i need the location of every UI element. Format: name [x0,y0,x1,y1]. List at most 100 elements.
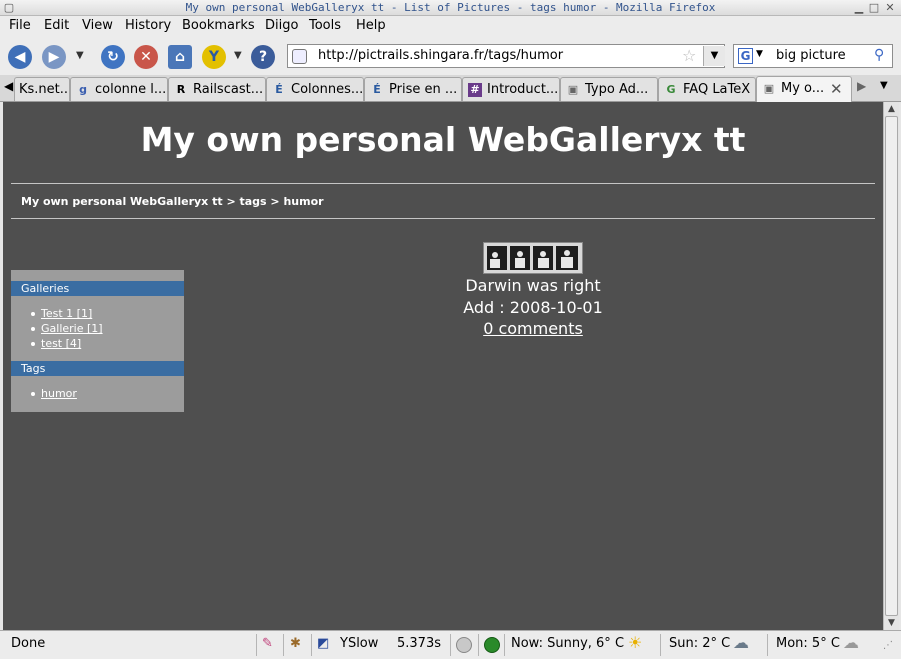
gallery-link[interactable]: Gallerie [1] [41,322,103,335]
tab-label: Typo Ad... [585,82,649,97]
separator [311,634,312,656]
tab-favicon-icon: R [176,83,186,96]
menu-bookmarks[interactable]: Bookmarks [182,18,255,33]
gallery-link[interactable]: Test 1 [1] [41,307,92,320]
scroll-up-icon[interactable]: ▲ [884,102,899,116]
yslow-icon[interactable]: ◩ [317,636,329,651]
bookmark-star-icon[interactable]: ☆ [682,46,696,65]
rain-cloud-icon: ☁ [733,633,749,652]
sidebar: Galleries Test 1 [1] Gallerie [1] test [… [11,270,184,412]
menu-view[interactable]: View [82,18,113,33]
close-window-icon[interactable]: ✕ [883,1,897,14]
list-all-tabs-icon[interactable]: ▼ [880,80,888,91]
galleries-heading: Galleries [11,281,184,296]
tab-label: My o... [781,81,825,96]
home-icon[interactable]: ⌂ [168,45,192,69]
search-bar[interactable]: G ▼ big picture ⚲ [733,44,893,68]
yslow-label[interactable]: YSlow [340,636,378,651]
gallery-link[interactable]: test [4] [41,337,81,350]
cloud-icon: ☁ [843,633,859,652]
power-icon[interactable] [484,637,500,653]
tab[interactable]: ▣ Typo Ad... [560,77,658,101]
picture-title: Darwin was right [465,276,601,295]
tab-label: Colonnes... [291,82,364,97]
tab-favicon-icon: G [666,83,676,96]
search-engine-dropdown-icon[interactable]: ▼ [756,49,763,59]
tab[interactable]: R Railscast... [168,77,266,101]
url-dropdown-icon[interactable]: ▼ [703,46,725,66]
search-engine-icon[interactable]: G [738,48,753,64]
tab-label: Ks.net... [19,82,70,97]
menu-history[interactable]: History [125,18,171,33]
history-dropdown-icon[interactable]: ▼ [76,50,84,61]
breadcrumb: My own personal WebGalleryx tt > tags > … [21,195,324,208]
scrollbar-thumb[interactable] [885,116,898,616]
window-menu-icon[interactable]: ▢ [2,1,16,14]
tab-label: Railscast... [193,82,264,97]
picture-date: Add : 2008-10-01 [463,298,603,317]
weather-monday[interactable]: Mon: 5° C [776,636,840,651]
forward-icon[interactable]: ▶ [42,45,66,69]
list-bullet [31,342,35,346]
tab[interactable]: # Introduct... [462,77,560,101]
separator [660,634,661,656]
url-bar[interactable]: http://pictrails.shingara.fr/tags/humor … [287,44,725,68]
stop-icon[interactable]: ✕ [134,45,158,69]
yahoo-dropdown-icon[interactable]: ▼ [234,50,242,61]
menu-help[interactable]: Help [356,18,386,33]
scroll-tabs-left-icon[interactable]: ◀ [4,79,13,93]
tab[interactable]: É Prise en ... [364,77,462,101]
yslow-time: 5.373s [397,636,441,651]
weather-sunday[interactable]: Sun: 2° C [669,636,730,651]
scroll-tabs-right-icon[interactable]: ▶ [857,79,866,93]
diigo-icon[interactable]: ? [251,45,275,69]
divider [11,218,875,219]
minimize-icon[interactable]: ▁ [852,1,866,14]
separator [450,634,451,656]
menu-edit[interactable]: Edit [44,18,69,33]
tab-active[interactable]: ▣ My o... ✕ [756,76,852,102]
vertical-scrollbar[interactable]: ▲ ▼ [883,102,899,630]
weather-now[interactable]: Now: Sunny, 6° C [511,636,624,651]
firebug-icon[interactable]: ✱ [290,636,301,651]
tags-heading: Tags [11,361,184,376]
yahoo-icon[interactable]: Y [202,45,226,69]
picture-thumbnail[interactable] [483,242,583,274]
tab[interactable]: É Colonnes... [266,77,364,101]
back-icon[interactable]: ◀ [8,45,32,69]
tag-link[interactable]: humor [41,387,77,400]
site-identity-icon[interactable] [292,49,307,64]
tab[interactable]: G FAQ LaTeX [658,77,756,101]
comments-link[interactable]: 0 comments [383,319,683,338]
tab-label: Prise en ... [389,82,458,97]
tab-favicon-icon: É [275,83,283,96]
status-text: Done [11,636,46,651]
menu-tools[interactable]: Tools [309,18,341,33]
list-bullet [31,312,35,316]
menu-file[interactable]: File [9,18,31,33]
menu-bar: File Edit View History Bookmarks Diigo T… [0,16,901,37]
url-text[interactable]: http://pictrails.shingara.fr/tags/humor [318,48,563,63]
scroll-down-icon[interactable]: ▼ [884,616,899,630]
search-icon[interactable]: ⚲ [874,47,884,63]
separator [504,634,505,656]
resize-grip-icon[interactable]: ⋰ [883,640,893,651]
tab-label: colonne l... [95,82,167,97]
divider [11,183,875,184]
menu-diigo[interactable]: Diigo [265,18,298,33]
search-input[interactable]: big picture [776,48,846,63]
tab-favicon-icon: ▣ [567,83,579,96]
tab[interactable]: Ks.net... [14,77,70,101]
tab[interactable]: g colonne l... [70,77,168,101]
status-bar: Done ✎ ✱ ◩ YSlow 5.373s Now: Sunny, 6° C… [0,630,901,659]
list-bullet [31,327,35,331]
reload-icon[interactable]: ↻ [101,45,125,69]
separator [767,634,768,656]
status-circle-icon[interactable] [456,637,472,653]
maximize-icon[interactable]: □ [867,1,881,14]
close-tab-icon[interactable]: ✕ [830,80,843,98]
list-bullet [31,392,35,396]
tab-favicon-icon: ▣ [763,82,775,95]
separator [478,634,479,656]
broom-icon[interactable]: ✎ [262,636,273,651]
